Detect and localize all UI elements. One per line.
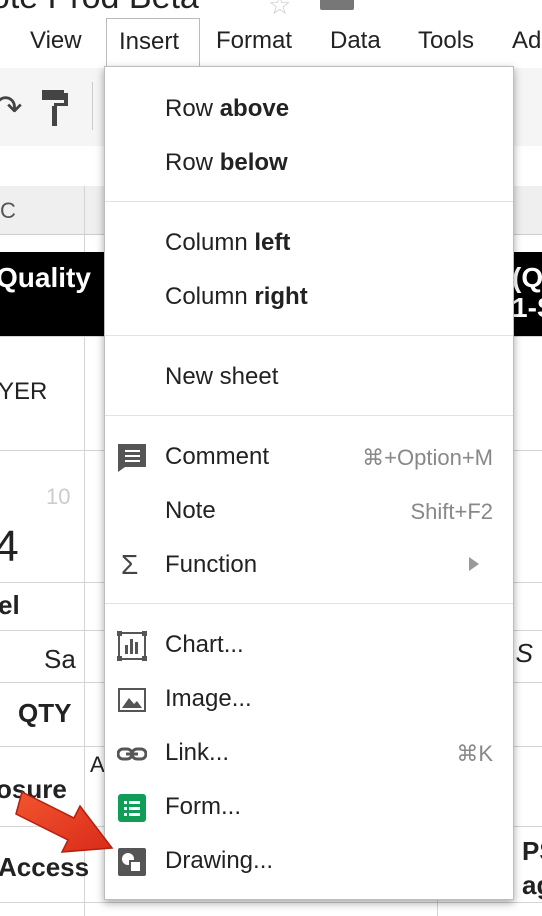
chart-icon xyxy=(117,631,147,661)
redo-icon[interactable]: ↷ xyxy=(0,88,23,128)
toolbar-separator xyxy=(92,82,93,130)
menu-item-label: Row above xyxy=(165,95,290,122)
menu-item-link[interactable]: Link... ⌘K xyxy=(105,727,513,779)
cell-right-band-bottom[interactable]: 1-S xyxy=(512,292,542,324)
menu-item-label: Note xyxy=(165,497,216,524)
menu-item-comment[interactable]: Comment ⌘+Option+M xyxy=(105,431,513,483)
menu-item-row-below[interactable]: Row below xyxy=(105,137,513,189)
menu-insert[interactable]: Insert xyxy=(106,18,200,66)
cell-access[interactable]: Access xyxy=(0,852,89,883)
cell-sa[interactable]: Sa xyxy=(44,644,76,675)
menu-item-column-left[interactable]: Column left xyxy=(105,217,513,269)
menu-item-label: Form... xyxy=(165,793,241,820)
document-title-strip: uote Prod Beta ☆ xyxy=(0,0,542,18)
menu-item-row-above[interactable]: Row above xyxy=(105,83,513,135)
menu-item-column-right[interactable]: Column right xyxy=(105,271,513,323)
menu-item-label: Column left xyxy=(165,229,291,256)
menu-data[interactable]: Data xyxy=(330,18,381,66)
cell-big-number[interactable]: .4 xyxy=(0,522,19,572)
shortcut-label: ⌘K xyxy=(456,741,493,766)
cell-osure[interactable]: osure xyxy=(0,774,67,805)
menu-item-function[interactable]: Σ Function xyxy=(105,539,513,591)
form-icon xyxy=(118,794,146,822)
menu-item-label: Column right xyxy=(165,283,308,310)
sigma-icon: Σ xyxy=(121,549,139,580)
paint-format-icon[interactable] xyxy=(40,88,70,128)
menu-item-label: Drawing... xyxy=(165,847,274,874)
menu-item-chart[interactable]: Chart... xyxy=(105,619,513,671)
cell-el[interactable]: el xyxy=(0,590,20,621)
cell-quality[interactable]: Quality xyxy=(0,262,91,294)
shortcut-label: ⌘+Option+M xyxy=(362,445,493,470)
menu-separator xyxy=(105,415,513,416)
comment-icon xyxy=(118,444,146,472)
cell-ps[interactable]: PS xyxy=(522,836,542,867)
cell-qty[interactable]: QTY xyxy=(18,698,71,729)
grid-line xyxy=(0,902,542,903)
menu-bar: View Insert Format Data Tools Ad xyxy=(0,18,542,68)
menu-separator xyxy=(105,603,513,604)
menu-item-new-sheet[interactable]: New sheet xyxy=(105,351,513,403)
column-header-c[interactable]: C xyxy=(0,198,16,224)
cell-a[interactable]: A xyxy=(90,752,105,778)
menu-tools[interactable]: Tools xyxy=(418,18,474,66)
menu-item-label: Link... xyxy=(165,739,230,766)
menu-format[interactable]: Format xyxy=(216,18,292,66)
menu-item-label: New sheet xyxy=(165,363,279,390)
star-icon[interactable]: ☆ xyxy=(268,0,291,18)
shortcut-label: Shift+F2 xyxy=(410,499,493,524)
drawing-icon xyxy=(118,848,146,876)
menu-view[interactable]: View xyxy=(30,18,82,66)
cell-ten[interactable]: 10 xyxy=(46,484,70,510)
menu-item-label: Chart... xyxy=(165,631,244,658)
menu-separator xyxy=(105,335,513,336)
image-icon xyxy=(118,688,146,712)
insert-menu-dropdown: Row above Row below Column left Column r… xyxy=(104,66,514,900)
menu-item-label: Image... xyxy=(165,685,252,712)
submenu-arrow-icon xyxy=(469,557,479,571)
menu-item-drawing[interactable]: Drawing... xyxy=(105,835,513,887)
cell-yer[interactable]: YER xyxy=(0,378,47,406)
menu-item-image[interactable]: Image... xyxy=(105,673,513,725)
menu-separator xyxy=(105,201,513,202)
link-icon xyxy=(117,747,147,761)
cell-right-band-top[interactable]: (Q xyxy=(512,262,542,294)
folder-icon[interactable] xyxy=(320,0,354,10)
menu-item-note[interactable]: Note Shift+F2 xyxy=(105,485,513,537)
menu-item-label: Comment xyxy=(165,443,270,470)
menu-item-form[interactable]: Form... xyxy=(105,781,513,833)
cell-ag[interactable]: ag xyxy=(522,870,542,901)
document-title[interactable]: uote Prod Beta xyxy=(0,0,199,17)
menu-item-label: Row below xyxy=(165,149,288,176)
menu-item-label: Function xyxy=(165,551,258,578)
menu-addons[interactable]: Ad xyxy=(512,18,541,66)
